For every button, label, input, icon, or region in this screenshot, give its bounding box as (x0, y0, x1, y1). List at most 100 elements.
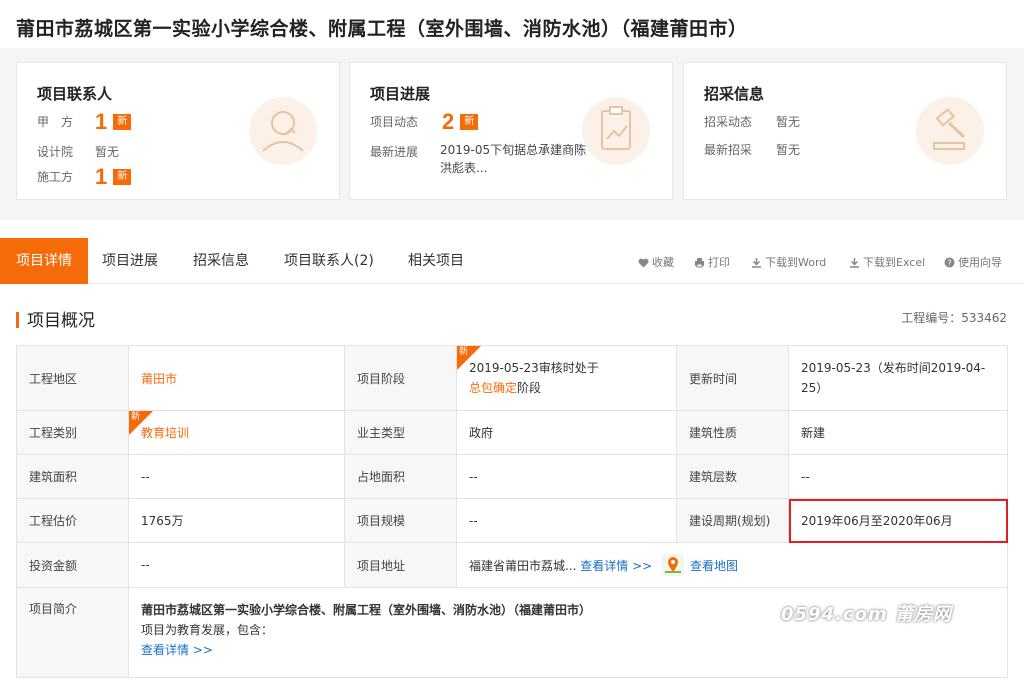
download-excel-button[interactable]: 下载到Excel (849, 254, 925, 270)
update-value: 2019-05-23（发布时间2019-04-25） (788, 345, 1008, 411)
address-details-link[interactable]: 查看详情 >> (580, 559, 652, 573)
download-excel-label: 下载到Excel (863, 256, 926, 269)
category-value[interactable]: 新 教育培训 (128, 410, 345, 455)
area-value: -- (128, 454, 345, 499)
site-watermark: 0594.com 莆房网 (781, 604, 952, 625)
table-row: 工程地区 莆田市 项目阶段 新 2019-05-23审核时处于 总包确定阶段 更… (16, 345, 1008, 411)
nature-key: 建筑性质 (676, 410, 789, 455)
contact-label: 甲 方 (37, 114, 74, 129)
contact-count: 1 (95, 109, 108, 134)
area-key: 建筑面积 (16, 454, 129, 499)
estimate-value: 1765万 (128, 498, 345, 543)
favorite-button[interactable]: 收藏 (638, 254, 674, 270)
contacts-card-title: 项目联系人 (37, 85, 113, 103)
tab-project-progress[interactable]: 项目进展 (88, 238, 172, 284)
tab-related-projects[interactable]: 相关项目 (394, 238, 478, 284)
contact-label: 施工方 (37, 169, 74, 184)
invest-key: 投资金额 (16, 542, 129, 588)
tab-contacts[interactable]: 项目联系人(2) (270, 238, 388, 284)
stage-link[interactable]: 总包确定 (469, 381, 517, 395)
tab-project-details[interactable]: 项目详情 (0, 238, 88, 284)
progress-latest-text[interactable]: 2019-05下旬据总承建商陈洪彪表... (440, 141, 590, 177)
scale-value: -- (456, 498, 677, 543)
floors-value: -- (788, 454, 1008, 499)
period-value: 2019年06月至2020年06月 (788, 498, 1008, 543)
download-word-button[interactable]: 下载到Word (751, 254, 826, 270)
land-key: 占地面积 (344, 454, 457, 499)
contact-row-builder[interactable]: 施工方 1 新 (37, 164, 132, 190)
section-title: 项目概况 (16, 306, 95, 331)
contact-person-icon (249, 97, 317, 165)
stage-value: 新 2019-05-23审核时处于 总包确定阶段 (456, 345, 677, 411)
owner-type-key: 业主类型 (344, 410, 457, 455)
contacts-card[interactable]: 项目联系人 甲 方1新 设计院 暂无 施工方 1 新 (16, 62, 340, 200)
procurement-dynamic-row: 招采动态 暂无 (704, 113, 800, 130)
progress-count: 2 (442, 109, 455, 134)
print-button[interactable]: 打印 (694, 254, 730, 270)
procurement-label: 招采动态 (704, 115, 753, 129)
tab-bar: 项目详情 项目进展 招采信息 项目联系人(2) 相关项目 收藏 打印 下载到Wo… (0, 238, 1024, 284)
contact-label: 设计院 (37, 145, 74, 159)
user-guide-button[interactable]: ? 使用向导 (944, 254, 1002, 270)
contact-row-owner[interactable]: 甲 方 1新 (37, 109, 132, 135)
download-icon (850, 258, 859, 268)
view-map-link[interactable]: 查看地图 (690, 559, 738, 573)
address-key: 项目地址 (344, 542, 457, 588)
map-pin-icon[interactable] (662, 554, 685, 576)
new-corner-text: 新 (459, 347, 469, 357)
procurement-label: 最新招采 (704, 143, 753, 157)
table-row: 工程类别 新 教育培训 业主类型 政府 建筑性质 新建 (16, 410, 1008, 455)
heart-icon (638, 258, 649, 268)
favorite-label: 收藏 (652, 256, 674, 269)
contact-value: 暂无 (95, 145, 120, 159)
intro-details-link[interactable]: 查看详情 >> (141, 640, 995, 660)
progress-card[interactable]: 项目进展 项目动态 2 新 最新进展 2019-05下旬据总承建商陈洪彪表... (349, 62, 673, 200)
new-corner-text: 新 (131, 412, 141, 422)
address-value: 福建省莆田市荔城... 查看详情 >> 查看地图 (456, 542, 1008, 588)
clipboard-chart-icon (582, 97, 650, 165)
stage-text: 2019-05-23审核时处于 (469, 361, 599, 375)
region-value[interactable]: 莆田市 (128, 345, 345, 411)
engineering-number: 工程编号：533462 (901, 311, 1007, 325)
estimate-key: 工程估价 (16, 498, 129, 543)
period-key: 建设周期(规划) (676, 498, 789, 543)
intro-key: 项目简介 (16, 587, 129, 678)
auction-gavel-icon (916, 97, 984, 165)
project-info-table: 工程地区 莆田市 项目阶段 新 2019-05-23审核时处于 总包确定阶段 更… (16, 345, 1008, 678)
region-link[interactable]: 莆田市 (141, 372, 177, 386)
procurement-card[interactable]: 招采信息 招采动态 暂无 最新招采 暂无 (683, 62, 1007, 200)
category-key: 工程类别 (16, 410, 129, 455)
update-key: 更新时间 (676, 345, 789, 411)
progress-dynamic-row[interactable]: 项目动态 2 新 (370, 109, 479, 135)
floors-key: 建筑层数 (676, 454, 789, 499)
new-badge: 新 (460, 114, 479, 130)
owner-type-value: 政府 (456, 410, 677, 455)
region-key: 工程地区 (16, 345, 129, 411)
svg-text:?: ? (947, 259, 951, 268)
procurement-value: 暂无 (776, 115, 801, 129)
stage-key: 项目阶段 (344, 345, 457, 411)
download-icon (752, 258, 761, 268)
download-word-label: 下载到Word (765, 256, 827, 269)
address-text: 福建省莆田市荔城... (469, 559, 577, 573)
procurement-value: 暂无 (776, 143, 801, 157)
print-label: 打印 (708, 256, 730, 269)
table-row: 投资金额 -- 项目地址 福建省莆田市荔城... 查看详情 >> 查看地图 (16, 542, 1008, 588)
new-badge: 新 (113, 169, 132, 185)
stage-suffix: 阶段 (517, 381, 542, 395)
page-title: 莆田市荔城区第一实验小学综合楼、附属工程（室外围墙、消防水池）（福建莆田市） (16, 18, 748, 40)
contact-count: 1 (95, 164, 108, 189)
land-value: -- (456, 454, 677, 499)
summary-cards: 项目联系人 甲 方1新 设计院 暂无 施工方 1 新 项目进展 项目动态 2 新 最新进展… (0, 48, 1024, 220)
printer-icon (695, 258, 704, 268)
progress-dynamic-label: 项目动态 (370, 114, 419, 129)
user-guide-label: 使用向导 (958, 256, 1002, 269)
table-row: 工程估价 1765万 项目规模 -- 建设周期(规划) 2019年06月至202… (16, 498, 1008, 543)
procurement-card-title: 招采信息 (704, 85, 765, 103)
invest-value: -- (128, 542, 345, 588)
nature-value: 新建 (788, 410, 1008, 455)
question-icon: ? (944, 257, 955, 268)
scale-key: 项目规模 (344, 498, 457, 543)
contact-row-design: 设计院 暂无 (37, 143, 119, 160)
tab-procurement[interactable]: 招采信息 (179, 238, 263, 284)
